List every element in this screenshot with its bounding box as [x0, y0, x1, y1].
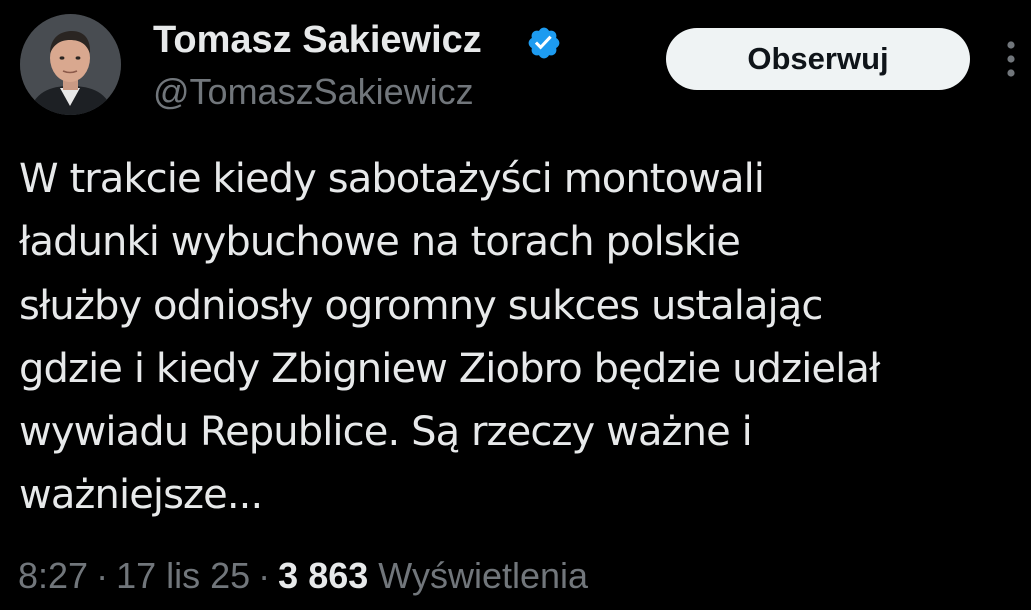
tweet-text-line: ważniejsze...: [19, 472, 263, 519]
tweet-text-line: wywiadu Republice. Są rzeczy ważne i: [19, 409, 753, 456]
views-label: Wyświetlenia: [378, 555, 589, 596]
author-display-name[interactable]: Tomasz Sakiewicz: [153, 16, 482, 64]
verified-badge-icon: [528, 27, 560, 59]
tweet-date[interactable]: 17 lis 25: [116, 555, 250, 596]
tweet-meta: 8:27 · 17 lis 25 · 3 863 Wyświetlenia: [18, 552, 588, 600]
tweet-text-line: ładunki wybuchowe na torach polskie: [19, 219, 741, 266]
tweet-time[interactable]: 8:27: [18, 555, 88, 596]
more-vertical-icon: [1007, 41, 1015, 77]
tweet-text-line: gdzie i kiedy Zbigniew Ziobro będzie udz…: [19, 345, 880, 392]
views-count: 3 863: [278, 555, 369, 596]
tweet-text: W trakcie kiedy sabotażyści montowali ła…: [19, 148, 1029, 528]
meta-separator: ·: [258, 555, 271, 596]
avatar[interactable]: [20, 14, 121, 115]
author-handle[interactable]: @TomaszSakiewicz: [153, 68, 474, 116]
meta-separator: ·: [96, 555, 109, 596]
tweet-text-line: W trakcie kiedy sabotażyści montowali: [19, 156, 765, 202]
tweet-text-line: służby odniosły ogromny sukces ustalając: [19, 282, 823, 329]
more-options-button[interactable]: [996, 36, 1026, 82]
person-portrait-avatar: [20, 14, 121, 115]
follow-button[interactable]: Obserwuj: [666, 28, 970, 90]
